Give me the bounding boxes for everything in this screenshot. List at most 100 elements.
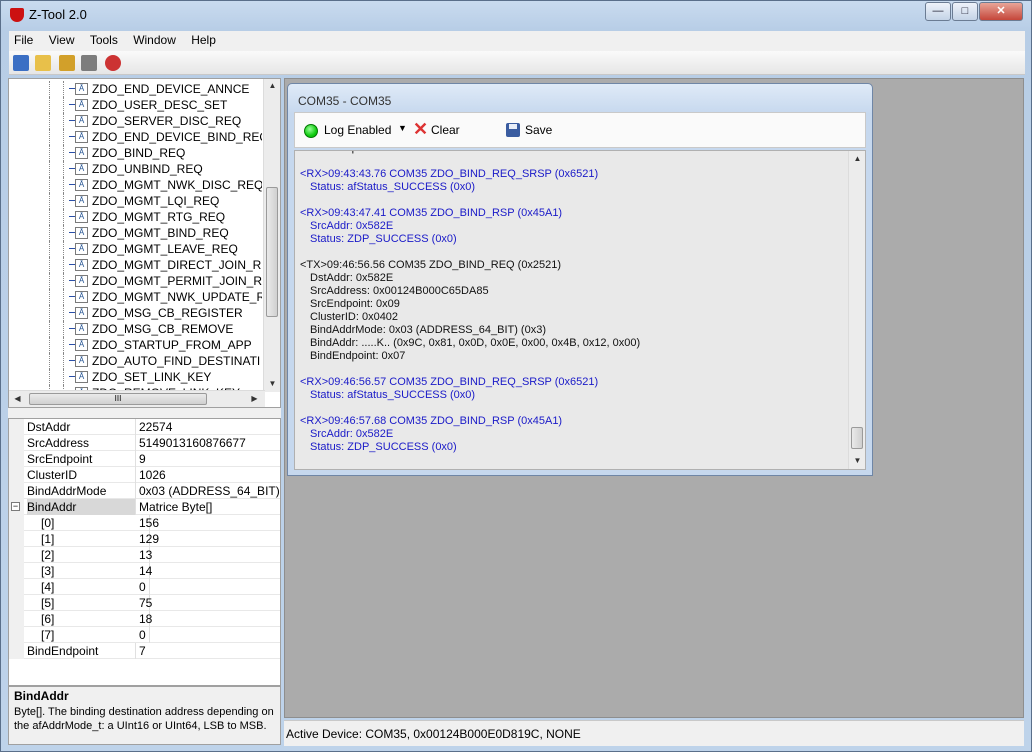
tree-connector	[49, 209, 50, 225]
tree-connector	[63, 193, 64, 209]
property-value[interactable]: 0	[139, 579, 146, 595]
property-value[interactable]: 22574	[139, 419, 172, 435]
tree-item[interactable]: Ā ZDO_USER_DESC_SET	[9, 97, 262, 113]
save-button[interactable]: Save	[525, 123, 552, 137]
tree-item-label: ZDO_USER_DESC_SET	[92, 98, 228, 112]
tree-item[interactable]: Ā ZDO_AUTO_FIND_DESTINATI	[9, 353, 262, 369]
tree-item-label: ZDO_SET_LINK_KEY	[92, 370, 212, 384]
tree-vertical-scrollbar[interactable]: ▲ ▼	[263, 79, 280, 392]
tree-item[interactable]: Ā ZDO_SET_LINK_KEY	[9, 369, 262, 385]
property-row[interactable]: [4] 0	[9, 579, 280, 595]
property-value[interactable]: 9	[139, 451, 146, 467]
tree-item[interactable]: Ā ZDO_MGMT_PERMIT_JOIN_RE	[9, 273, 262, 289]
maximize-button[interactable]: □	[952, 2, 978, 21]
tree-item[interactable]: Ā ZDO_BIND_REQ	[9, 145, 262, 161]
property-row[interactable]: [2] 13	[9, 547, 280, 563]
log-scroll-thumb[interactable]	[851, 427, 863, 449]
command-icon: Ā	[69, 291, 88, 303]
property-value[interactable]: 0	[139, 627, 146, 643]
property-value[interactable]: 129	[139, 531, 159, 547]
log-scroll-up-arrow-icon[interactable]: ▲	[849, 154, 865, 163]
settings-tools-icon[interactable]	[81, 55, 97, 71]
menu-tools[interactable]: Tools	[85, 31, 123, 49]
property-row[interactable]: [6] 18	[9, 611, 280, 627]
property-value[interactable]: 13	[139, 547, 152, 563]
property-value[interactable]: 75	[139, 595, 152, 611]
menu-file[interactable]: File	[9, 31, 38, 49]
collapse-icon[interactable]: −	[11, 502, 20, 511]
property-row[interactable]: [3] 14	[9, 563, 280, 579]
tree-item[interactable]: Ā ZDO_SERVER_DISC_REQ	[9, 113, 262, 129]
tree-horizontal-scrollbar[interactable]: ◀ III ▶	[9, 390, 265, 407]
property-row[interactable]: [1] 129	[9, 531, 280, 547]
property-gutter	[9, 483, 24, 499]
tree-item[interactable]: Ā ZDO_MGMT_DIRECT_JOIN_RE	[9, 257, 262, 273]
property-value[interactable]: 14	[139, 563, 152, 579]
property-row[interactable]: [5] 75	[9, 595, 280, 611]
property-row[interactable]: SrcAddress 5149013160876677	[9, 435, 280, 451]
tree-item[interactable]: Ā ZDO_MGMT_NWK_DISC_REQ	[9, 177, 262, 193]
tree-item[interactable]: Ā ZDO_UNBIND_REQ	[9, 161, 262, 177]
tree-connector	[63, 113, 64, 129]
minimize-button[interactable]: —	[925, 2, 951, 21]
tree-item[interactable]: Ā ZDO_END_DEVICE_BIND_REQ	[9, 129, 262, 145]
tree-item-label: ZDO_STARTUP_FROM_APP	[92, 338, 252, 352]
open-folder-icon[interactable]	[35, 55, 51, 71]
tree-item-label: ZDO_END_DEVICE_BIND_REQ	[92, 130, 262, 144]
scroll-right-arrow-icon[interactable]: ▶	[246, 394, 263, 403]
script-icon[interactable]	[59, 55, 75, 71]
property-value[interactable]: 1026	[139, 467, 166, 483]
property-row[interactable]: − BindAddr Matrice Byte[]	[9, 499, 280, 515]
property-row[interactable]: ClusterID 1026	[9, 467, 280, 483]
property-name: [7]	[41, 627, 150, 643]
property-value[interactable]: 0x03 (ADDRESS_64_BIT)	[139, 483, 280, 499]
log-line: Status: ZDP_SUCCESS (0x0)	[310, 441, 457, 453]
property-value[interactable]: 5149013160876677	[139, 435, 246, 451]
tree-item[interactable]: Ā ZDO_MGMT_NWK_UPDATE_R	[9, 289, 262, 305]
tree-item[interactable]: Ā ZDO_MGMT_LQI_REQ	[9, 193, 262, 209]
log-line: Status: afStatus_SUCCESS (0x0)	[310, 181, 476, 193]
property-name: BindAddrMode	[27, 483, 136, 499]
scroll-left-arrow-icon[interactable]: ◀	[9, 394, 26, 403]
tree-item[interactable]: Ā ZDO_MSG_CB_REMOVE	[9, 321, 262, 337]
property-row[interactable]: [7] 0	[9, 627, 280, 643]
tree-connector	[63, 177, 64, 193]
property-row[interactable]: SrcEndpoint 9	[9, 451, 280, 467]
log-vertical-scrollbar[interactable]: ▲ ▼	[848, 151, 865, 469]
property-value[interactable]: 156	[139, 515, 159, 531]
property-gutter	[9, 515, 24, 531]
property-value[interactable]: Matrice Byte[]	[139, 499, 212, 515]
tree-item[interactable]: Ā ZDO_END_DEVICE_ANNCE	[9, 81, 262, 97]
title-bar[interactable]: Z-Tool 2.0 — □ ✕	[1, 1, 1031, 30]
tree-item[interactable]: Ā ZDO_MGMT_BIND_REQ	[9, 225, 262, 241]
property-row[interactable]: BindEndpoint 7	[9, 643, 280, 659]
menu-help[interactable]: Help	[186, 31, 221, 49]
tree-item[interactable]: Ā ZDO_MGMT_LEAVE_REQ	[9, 241, 262, 257]
menu-view[interactable]: View	[44, 31, 80, 49]
tree-item[interactable]: Ā ZDO_STARTUP_FROM_APP	[9, 337, 262, 353]
scroll-down-arrow-icon[interactable]: ▼	[264, 379, 280, 388]
property-value[interactable]: 7	[139, 643, 146, 659]
scroll-up-arrow-icon[interactable]: ▲	[264, 81, 280, 90]
tree-connector	[63, 81, 64, 97]
tree-hscroll-thumb[interactable]: III	[29, 393, 207, 405]
tree-scroll-thumb[interactable]	[266, 187, 278, 317]
tree-list: Ā ZDO_END_DEVICE_ANNCE Ā ZDO_USER_DESC_SET Ā…	[9, 81, 262, 401]
menu-window[interactable]: Window	[128, 31, 181, 49]
property-value[interactable]: 18	[139, 611, 152, 627]
property-row[interactable]: BindAddrMode 0x03 (ADDRESS_64_BIT)	[9, 483, 280, 499]
property-row[interactable]: [0] 156	[9, 515, 280, 531]
tree-item[interactable]: Ā ZDO_MGMT_RTG_REQ	[9, 209, 262, 225]
property-row[interactable]: DstAddr 22574	[9, 419, 280, 435]
clear-button[interactable]: Clear	[431, 123, 460, 137]
log-scroll-down-arrow-icon[interactable]: ▼	[849, 456, 865, 465]
close-button[interactable]: ✕	[979, 2, 1023, 21]
tree-item[interactable]: Ā ZDO_MSG_CB_REGISTER	[9, 305, 262, 321]
dropdown-arrow-icon[interactable]: ▼	[398, 123, 407, 133]
tree-connector	[49, 337, 50, 353]
status-bar: Active Device: COM35, 0x00124B000E0D819C…	[284, 720, 1024, 746]
connect-icon[interactable]	[13, 55, 29, 71]
log-output[interactable]: BindEndpoint: 0x07 <RX>09:43:43.76 COM35 …	[294, 150, 866, 470]
search-device-icon[interactable]	[105, 55, 121, 71]
log-enabled-button[interactable]: Log Enabled	[324, 123, 391, 137]
